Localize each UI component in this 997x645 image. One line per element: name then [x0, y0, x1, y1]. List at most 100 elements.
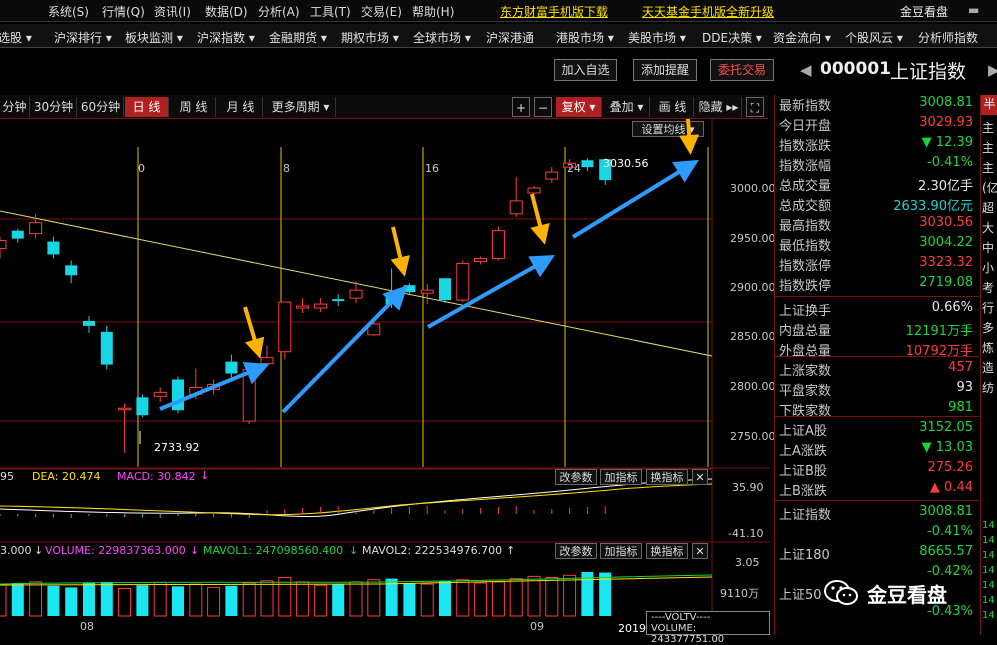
quote-separator: [775, 296, 979, 297]
period-more[interactable]: 更多周期 ▾: [266, 97, 336, 117]
trade-button[interactable]: 委托交易: [710, 59, 774, 81]
next-arrow-icon[interactable]: ▶: [988, 61, 997, 79]
promo-fund-link[interactable]: 天天基金手机版全新升级: [642, 3, 774, 20]
add-alert-button[interactable]: 添加提醒: [633, 59, 697, 81]
hide-button[interactable]: 隐藏 ▸▸: [696, 97, 742, 117]
nav-index[interactable]: 沪深指数 ▾: [197, 29, 255, 46]
period-30min[interactable]: 30分钟: [31, 97, 77, 117]
side-tab[interactable]: 半: [981, 95, 997, 115]
nav-ranking[interactable]: 沪深排行 ▾: [54, 29, 112, 46]
menu-data[interactable]: 数据(D): [205, 3, 248, 20]
volume-bar: [153, 581, 167, 617]
candle-body: [491, 230, 505, 259]
vol-close-icon[interactable]: ✕: [692, 543, 708, 559]
x-label-08: 08: [80, 620, 94, 633]
overlay-dropdown[interactable]: 叠加 ▾: [604, 97, 650, 117]
quote-label: 指数涨跌: [779, 139, 832, 154]
quote-separator: [775, 500, 979, 501]
menu-quotes[interactable]: 行情(Q): [102, 3, 145, 20]
volume-bar: [474, 582, 488, 617]
candle-body: [278, 301, 292, 353]
volume-bar: [509, 578, 523, 617]
macd-params-button[interactable]: 改参数: [555, 469, 597, 485]
period-daily[interactable]: 日 线: [125, 97, 169, 117]
nav-options[interactable]: 期权市场 ▾: [341, 29, 399, 46]
menu-info[interactable]: 资讯(I): [154, 3, 191, 20]
add-watchlist-button[interactable]: 加入自选: [554, 59, 617, 81]
nav-hk-market[interactable]: 港股市场 ▾: [556, 29, 614, 46]
zoom-in-button[interactable]: +: [512, 97, 530, 117]
volume-bar: [11, 583, 24, 616]
volume-bar: [225, 585, 238, 616]
vol-add-button[interactable]: 加指标: [600, 543, 642, 559]
nav-fundflow[interactable]: 资金流向 ▾: [773, 29, 831, 46]
quote-row: 上证180 8665.57: [779, 544, 975, 564]
draw-line-button[interactable]: 画 线: [652, 97, 694, 117]
fullscreen-icon[interactable]: ⛶: [746, 97, 764, 117]
menu-tools[interactable]: 工具(T): [310, 3, 351, 20]
candle-body: [296, 305, 310, 309]
volume-bar: [136, 585, 149, 616]
volume-bar: [439, 580, 451, 616]
side-char: 造: [982, 361, 995, 375]
nav-analyst[interactable]: 分析师指数: [918, 29, 978, 46]
volume-bar: [456, 579, 470, 617]
candle-body: [313, 303, 327, 309]
quote-value: 3030.56: [919, 215, 973, 230]
candle-body: [47, 241, 60, 255]
candle-body: [527, 187, 541, 194]
quote-value: 3029.93: [919, 115, 973, 130]
macd-add-button[interactable]: 加指标: [600, 469, 642, 485]
quote-value: ▼ 12.39: [921, 135, 973, 150]
quote-row: 上证B股 275.26: [779, 460, 975, 480]
quote-label: 最新指数: [779, 99, 832, 114]
mavol2-value: MAVOL2: 222534976.700: [362, 544, 503, 557]
nav-futures[interactable]: 金融期货 ▾: [269, 29, 327, 46]
period-60min[interactable]: 60分钟: [78, 97, 124, 117]
volume-unit: 9110万: [720, 587, 759, 600]
quote-row: 指数涨停 3323.32: [779, 255, 975, 275]
promo-mobile-link[interactable]: 东方财富手机版下载: [500, 3, 608, 20]
menu-analysis[interactable]: 分析(A): [258, 3, 300, 20]
volume-bar: [313, 584, 327, 617]
nav-sector[interactable]: 板块监测 ▾: [125, 29, 183, 46]
candle-body: [545, 171, 559, 180]
period-weekly[interactable]: 周 线: [172, 97, 216, 117]
macd-close-icon[interactable]: ✕: [692, 469, 708, 485]
quote-row: 今日开盘 3029.93: [779, 115, 975, 135]
quote-label: 指数涨幅: [779, 159, 832, 174]
side-num: 14: [982, 550, 995, 561]
macd-switch-button[interactable]: 换指标: [646, 469, 688, 485]
period-monthly[interactable]: 月 线: [219, 97, 263, 117]
quote-row: 最高指数 3030.56: [779, 215, 975, 235]
minimize-icon[interactable]: ▬: [968, 3, 979, 17]
period-minute[interactable]: 分钟: [0, 97, 30, 117]
fuquan-dropdown[interactable]: 复权 ▾: [556, 97, 602, 117]
quote-value: 3004.22: [919, 235, 973, 250]
volume-bar: [367, 579, 381, 617]
voltv-value: VOLUME: 243377751.00: [651, 623, 725, 645]
nav-stock-wind[interactable]: 个股风云 ▾: [845, 29, 903, 46]
zoom-out-button[interactable]: −: [534, 97, 552, 117]
menu-help[interactable]: 帮助(H): [412, 3, 454, 20]
menu-system[interactable]: 系统(S): [48, 3, 89, 20]
day-marker-24: 24: [567, 162, 581, 175]
vol-params-button[interactable]: 改参数: [555, 543, 597, 559]
nav-xuangu[interactable]: 选股 ▾: [0, 29, 32, 46]
quote-value: 3008.81: [919, 504, 973, 519]
quote-label: 总成交量: [779, 179, 832, 194]
menu-trade[interactable]: 交易(E): [361, 3, 402, 20]
wechat-icon: [824, 580, 858, 605]
nav-global[interactable]: 全球市场 ▾: [413, 29, 471, 46]
candle-body: [403, 285, 416, 293]
volume-bar: [118, 588, 132, 617]
candle-body: [100, 331, 113, 365]
nav-hk-connect[interactable]: 沪深港通: [486, 29, 534, 46]
y-tick-2950: 2950.00: [730, 232, 776, 245]
day-marker-0: 0: [138, 162, 145, 175]
prev-arrow-icon[interactable]: ◀: [800, 61, 812, 79]
vol-switch-button[interactable]: 换指标: [646, 543, 688, 559]
nav-us-market[interactable]: 美股市场 ▾: [628, 29, 686, 46]
nav-dde[interactable]: DDE决策 ▾: [702, 29, 762, 46]
side-char: 主: [982, 161, 995, 175]
